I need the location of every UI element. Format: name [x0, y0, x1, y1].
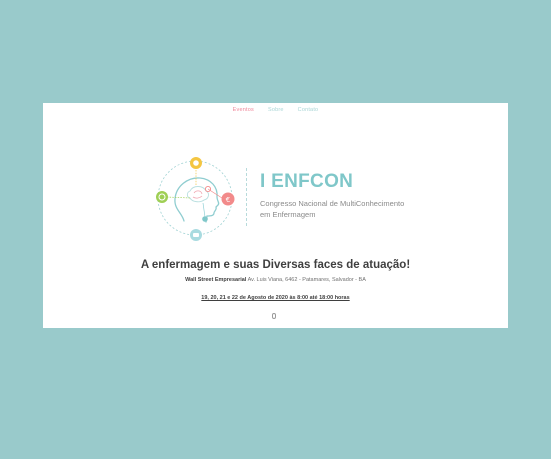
head-brain-logo: € [156, 157, 235, 241]
page-container: Eventos Sobre Contato € I ENFCON Congres… [43, 103, 508, 328]
green-node-icon [156, 191, 168, 203]
pink-node-icon: € [221, 192, 235, 206]
brand-subtitle: Congresso Nacional de MultiConhecimento … [260, 198, 460, 220]
brand-subtitle-line2: em Enfermagem [260, 210, 316, 219]
top-nav: Eventos Sobre Contato [43, 107, 508, 113]
event-dates: 19, 20, 21 e 22 de Agosto de 2020 às 8:0… [201, 295, 350, 301]
svg-text:€: € [226, 196, 230, 204]
event-headline: A enfermagem e suas Diversas faces de at… [140, 259, 411, 271]
venue-address: Wall Street Empresarial Av. Luis Viana, … [43, 277, 508, 283]
nav-item-contato[interactable]: Contato [298, 107, 319, 113]
yellow-node-icon [190, 157, 202, 169]
nav-item-sobre[interactable]: Sobre [268, 107, 284, 113]
brand-title: I ENFCON [260, 171, 354, 192]
blue-node-icon [190, 229, 202, 241]
nav-item-eventos[interactable]: Eventos [233, 107, 254, 113]
venue-name: Wall Street Empresarial [185, 277, 247, 283]
venue-street: Av. Luis Viana, 6462 - Patamares, Salvad… [246, 277, 366, 283]
mouse-scroll-icon[interactable] [272, 313, 276, 319]
small-teal-node-icon [202, 216, 208, 222]
logo-divider [246, 168, 247, 226]
brand-subtitle-line1: Congresso Nacional de MultiConhecimento [260, 199, 405, 208]
